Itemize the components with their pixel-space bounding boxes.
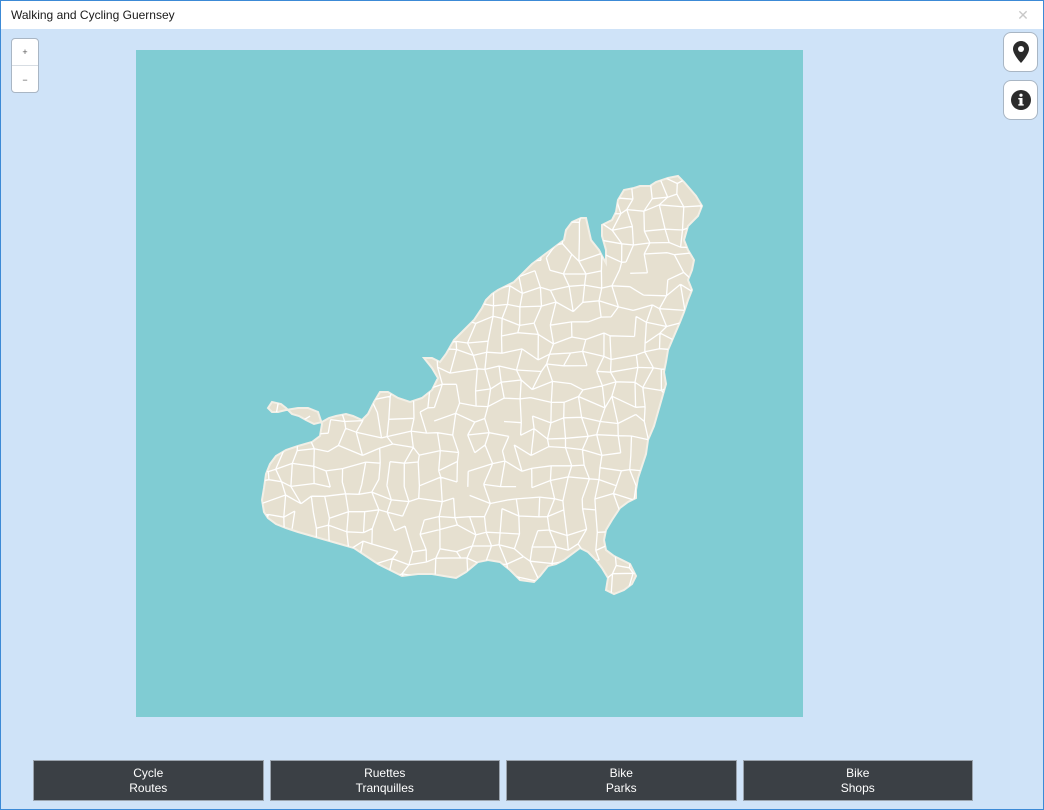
cycle-routes-button[interactable]: Cycle Routes: [33, 760, 264, 801]
map-pin-icon: [1012, 41, 1029, 63]
info-button[interactable]: [1003, 80, 1038, 120]
nav-button-line2: Tranquilles: [355, 780, 414, 795]
location-button[interactable]: [1003, 32, 1038, 72]
title-bar: Walking and Cycling Guernsey ✕: [1, 1, 1043, 29]
nav-button-line1: Bike: [846, 765, 870, 780]
info-icon: [1010, 90, 1031, 110]
nav-button-line1: Cycle: [133, 765, 164, 780]
nav-button-line2: Routes: [129, 780, 168, 795]
window-title: Walking and Cycling Guernsey: [11, 8, 175, 22]
close-button[interactable]: ✕: [1013, 5, 1033, 25]
zoom-out-button[interactable]: −: [12, 66, 38, 92]
bike-parks-button[interactable]: Bike Parks: [506, 760, 737, 801]
nav-button-line2: Shops: [840, 780, 875, 795]
nav-button-line1: Bike: [609, 765, 633, 780]
ruettes-tranquilles-button[interactable]: Ruettes Tranquilles: [269, 760, 500, 801]
app-window: Walking and Cycling Guernsey ✕ + − Cycle…: [0, 0, 1044, 810]
nav-button-line1: Ruettes: [364, 765, 406, 780]
zoom-control: + −: [11, 38, 39, 93]
map-canvas: [136, 50, 803, 717]
map-view[interactable]: [136, 50, 803, 717]
nav-button-line2: Parks: [605, 780, 637, 795]
zoom-in-button[interactable]: +: [12, 39, 38, 66]
bottom-nav: Cycle Routes Ruettes Tranquilles Bike Pa…: [33, 760, 973, 801]
bike-shops-button[interactable]: Bike Shops: [742, 760, 973, 801]
